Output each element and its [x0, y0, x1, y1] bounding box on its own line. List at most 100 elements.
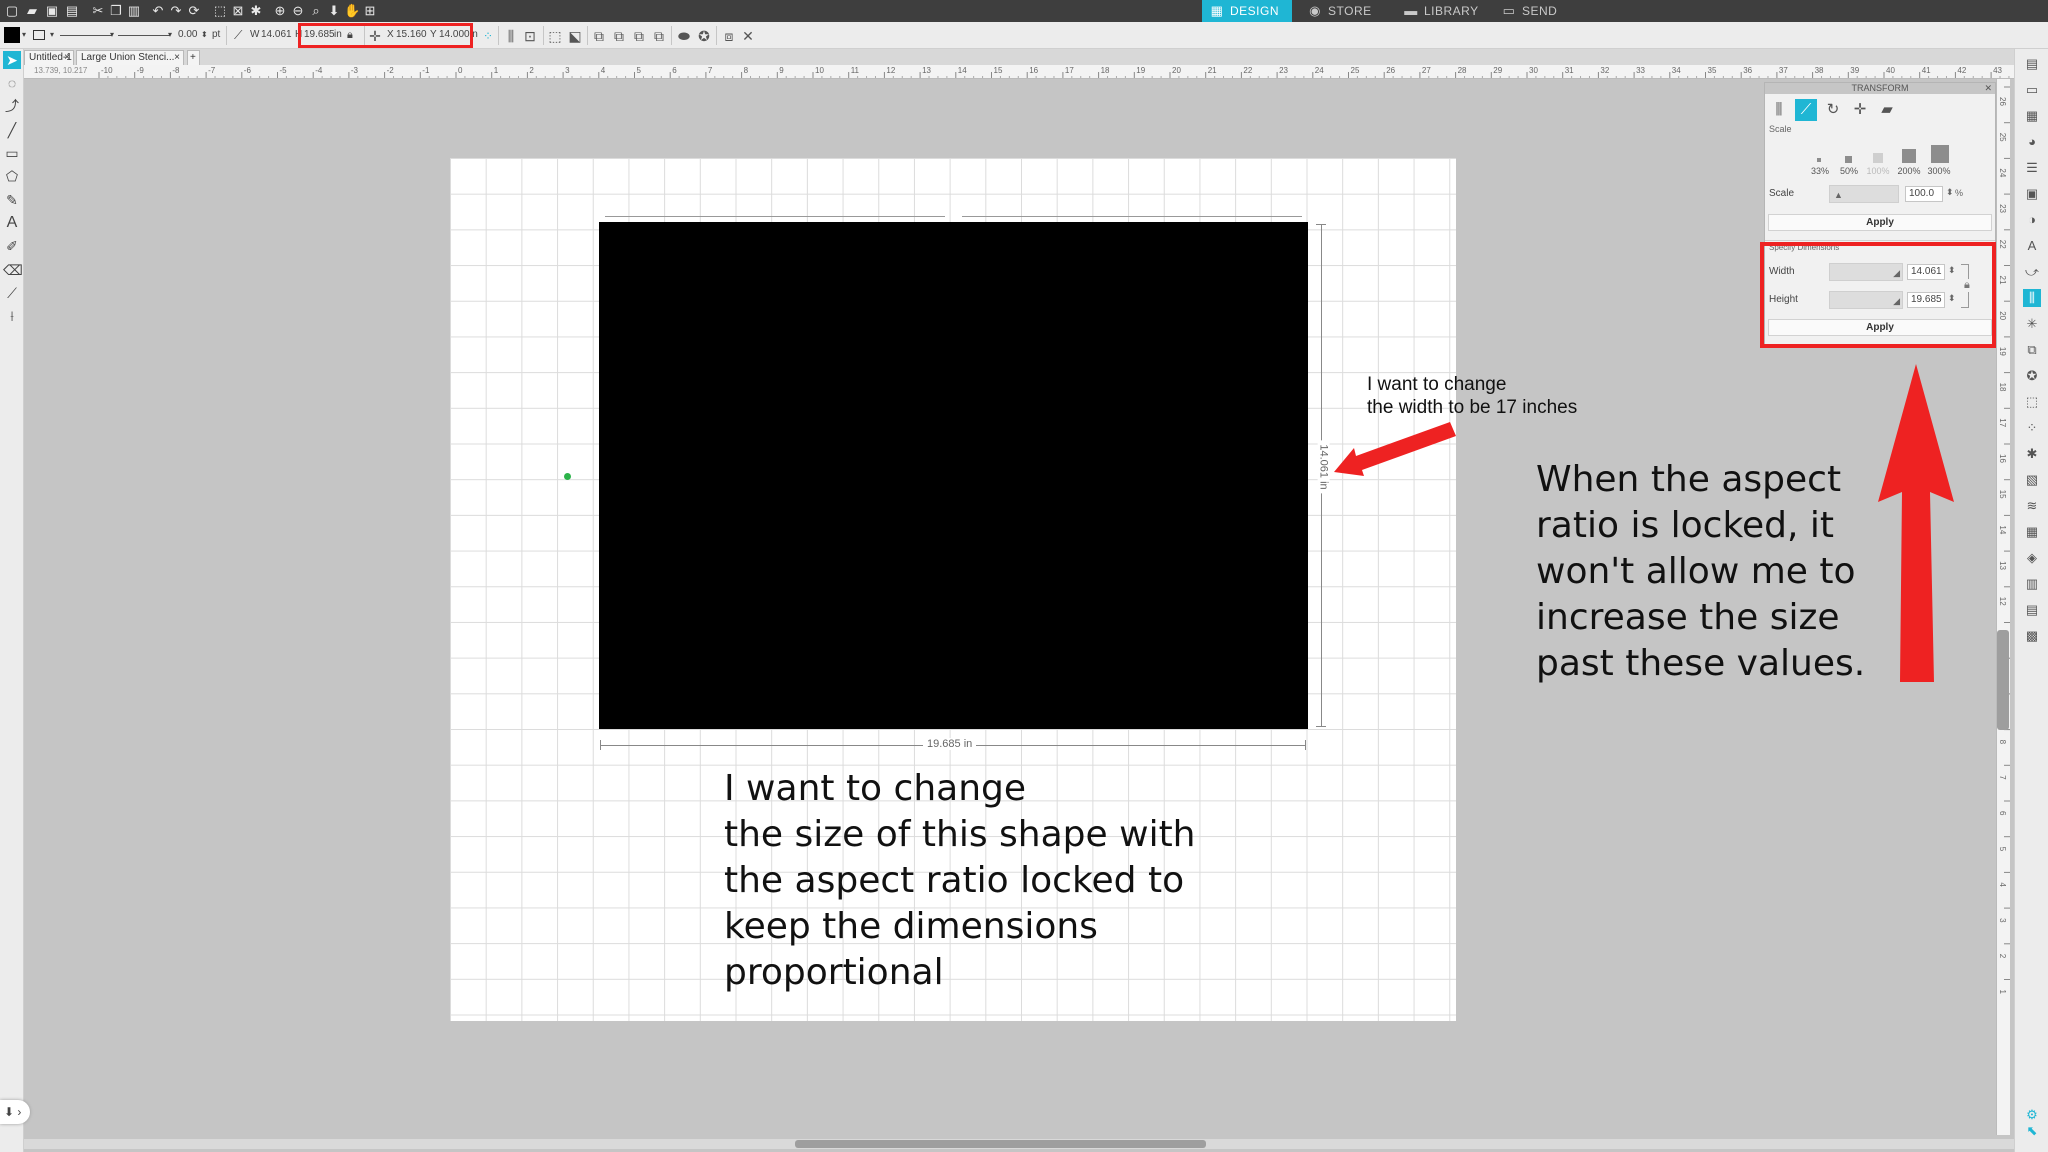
text-path-icon[interactable]: ⤻	[2023, 263, 2041, 281]
rectangle-tool-icon[interactable]: ▭	[3, 144, 21, 162]
save-icon[interactable]: ▣	[44, 3, 60, 19]
slider-thumb-icon[interactable]: ▲	[1834, 190, 1843, 200]
nav-tab-send[interactable]: ▭ SEND	[1494, 0, 1584, 22]
map-icon[interactable]: ▥	[2023, 575, 2041, 593]
bring-forward-icon[interactable]: ⧉	[630, 27, 648, 45]
pointer-tool-icon[interactable]: ➤	[3, 51, 21, 69]
offset-icon[interactable]: ✪	[695, 27, 713, 45]
scale-input[interactable]: 100.0	[1905, 186, 1943, 202]
text-style-icon[interactable]: A	[2023, 237, 2041, 255]
cut-icon[interactable]: ✂	[90, 3, 106, 19]
line-style-icon[interactable]	[33, 30, 45, 40]
rotation-handle[interactable]	[564, 473, 571, 480]
width-field[interactable]: 14.061	[261, 27, 292, 43]
text-tool-icon[interactable]: A	[3, 214, 21, 232]
add-tab-button[interactable]: +	[187, 50, 200, 65]
stepper-icon[interactable]: ⬍	[201, 27, 208, 43]
settings-gear-icon[interactable]: ⚙	[2018, 1107, 2046, 1123]
doc-tab-untitled[interactable]: Untitled-1 ×	[24, 50, 74, 65]
lasso-tool-icon[interactable]: ◌	[3, 74, 21, 92]
pixscan-icon[interactable]: ▩	[2023, 627, 2041, 645]
tool-arrow-icon[interactable]: ⬉	[2018, 1123, 2046, 1139]
pencil-tool-icon[interactable]: ✎	[3, 191, 21, 209]
close-icon[interactable]: ✕	[1984, 83, 1992, 94]
select-by-color-icon[interactable]: ✱	[248, 3, 264, 19]
center-icon[interactable]: ⊡	[521, 27, 539, 45]
replicate-icon[interactable]: ✳	[2023, 315, 2041, 333]
scale-tab-icon[interactable]: ⟋	[1795, 99, 1817, 121]
fill-color-icon[interactable]: ◕	[2023, 133, 2041, 151]
print-cut-icon[interactable]: ▤	[2023, 601, 2041, 619]
preset-33-icon[interactable]	[1817, 158, 1821, 162]
redo-icon[interactable]: ↷	[168, 3, 184, 19]
pattern-icon[interactable]: ◈	[2023, 549, 2041, 567]
knife-tool-icon[interactable]: ⟋	[3, 284, 21, 302]
deselect-icon[interactable]: ⊠	[230, 3, 246, 19]
edit-points-icon[interactable]: ⤴	[3, 97, 21, 115]
send-to-back-icon[interactable]: ⧉	[610, 27, 628, 45]
line-style-icon[interactable]: ☰	[2023, 159, 2041, 177]
points-icon[interactable]: ⁘	[2023, 419, 2041, 437]
chevron-down-icon[interactable]: ▾	[50, 27, 54, 43]
black-rectangle-shape[interactable]	[599, 222, 1308, 729]
preset-200-label[interactable]: 200%	[1895, 166, 1923, 176]
zoom-select-icon[interactable]: ⌕	[308, 3, 324, 19]
nav-tab-store[interactable]: ◉ STORE	[1300, 0, 1390, 22]
line-tool-icon[interactable]: ╱	[3, 121, 21, 139]
paste-icon[interactable]: ▥	[126, 3, 142, 19]
send-icon[interactable]: ▭	[2023, 81, 2041, 99]
layers-icon[interactable]: ▧	[2023, 471, 2041, 489]
rotate-tab-icon[interactable]: ↻	[1822, 99, 1844, 121]
refresh-icon[interactable]: ⟳	[186, 3, 202, 19]
undo-icon[interactable]: ↶	[150, 3, 166, 19]
offset-icon[interactable]: ✪	[2023, 367, 2041, 385]
scale-slider[interactable]: ▲	[1829, 185, 1899, 203]
page-setup-icon[interactable]: ▤	[2023, 55, 2041, 73]
preset-50-icon[interactable]	[1845, 156, 1852, 163]
ungroup-icon[interactable]: ⬕	[566, 27, 584, 45]
transform-icon[interactable]: ⫼	[2023, 289, 2041, 307]
copy-icon[interactable]: ❐	[108, 3, 124, 19]
nav-tab-design[interactable]: ▦ DESIGN	[1202, 0, 1292, 22]
send-backward-icon[interactable]: ⧉	[650, 27, 668, 45]
close-tab-icon[interactable]: ×	[174, 51, 180, 65]
move-tab-icon[interactable]: ✛	[1849, 99, 1871, 121]
sketch-icon[interactable]: ≋	[2023, 497, 2041, 515]
preset-100-icon[interactable]	[1873, 153, 1883, 163]
align-tab-icon[interactable]: ⫼	[1768, 99, 1790, 121]
new-file-icon[interactable]: ▢	[4, 3, 20, 19]
reference-point-icon[interactable]: ⁘	[479, 27, 497, 45]
contrast-icon[interactable]: ◑	[2023, 211, 2041, 229]
zoom-in-icon[interactable]: ⊕	[272, 3, 288, 19]
preset-50-label[interactable]: 50%	[1838, 166, 1860, 176]
import-button[interactable]: ⬇ ›	[0, 1100, 30, 1124]
nav-tab-library[interactable]: ▬ LIBRARY	[1396, 0, 1491, 22]
fit-to-page-icon[interactable]: ⊞	[362, 3, 378, 19]
trace-icon[interactable]: ⬚	[2023, 393, 2041, 411]
weld-icon[interactable]: ⬬	[675, 27, 693, 45]
knife-icon[interactable]: ✱	[2023, 445, 2041, 463]
eraser-tool-icon[interactable]: ⌫	[3, 261, 23, 279]
apply-scale-button[interactable]: Apply	[1768, 214, 1992, 231]
eyedropper-icon[interactable]: ⟊	[3, 307, 21, 325]
zoom-drag-icon[interactable]: ⬇	[326, 3, 342, 19]
close-icon[interactable]: ✕	[739, 27, 757, 45]
fill-color-swatch[interactable]	[4, 27, 20, 43]
preset-200-icon[interactable]	[1902, 149, 1916, 163]
brush-tool-icon[interactable]: ✐	[3, 237, 21, 255]
print-icon[interactable]: ▤	[64, 3, 80, 19]
open-folder-icon[interactable]: ▰	[24, 3, 40, 19]
preset-33-label[interactable]: 33%	[1809, 166, 1831, 176]
chevron-down-icon[interactable]: ▾	[168, 27, 172, 43]
doc-tab-stencil[interactable]: Large Union Stenci... ×	[76, 50, 184, 65]
bring-to-front-icon[interactable]: ⧉	[590, 27, 608, 45]
horizontal-scrollbar[interactable]	[24, 1139, 2014, 1149]
pan-hand-icon[interactable]: ✋	[344, 3, 360, 19]
polygon-tool-icon[interactable]: ⬠	[3, 167, 21, 185]
stepper-icon[interactable]: ⬍	[1946, 187, 1954, 198]
modify-icon[interactable]: ⧉	[2023, 341, 2041, 359]
library-icon[interactable]: ▦	[2023, 107, 2041, 125]
group-icon[interactable]: ⬚	[546, 27, 564, 45]
preset-300-label[interactable]: 300%	[1925, 166, 1953, 176]
chevron-down-icon[interactable]: ▾	[22, 27, 26, 43]
